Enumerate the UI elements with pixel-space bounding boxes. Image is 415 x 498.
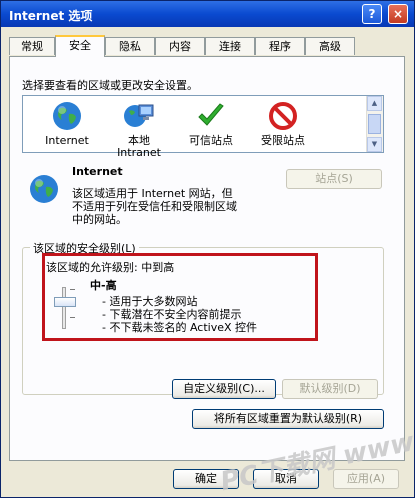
tab-privacy[interactable]: 隐私 bbox=[105, 37, 155, 55]
tab-advanced[interactable]: 高级 bbox=[305, 37, 355, 55]
help-button[interactable]: ? bbox=[362, 4, 382, 24]
zone-restricted-sites[interactable]: 受限站点 bbox=[247, 100, 319, 147]
scroll-up-icon[interactable]: ▲ bbox=[367, 96, 382, 111]
zone-prompt: 选择要查看的区域或更改安全设置。 bbox=[22, 79, 198, 92]
zone-local-intranet-label: 本地 Intranet bbox=[117, 134, 161, 159]
intranet-icon bbox=[124, 104, 154, 127]
tab-connections[interactable]: 连接 bbox=[205, 37, 255, 55]
close-button[interactable]: × bbox=[388, 4, 408, 24]
zone-internet-label: Internet bbox=[45, 134, 89, 147]
zone-list: Internet 本地 Intranet 可信站点 受限站点 ▲ ▼ bbox=[22, 95, 384, 159]
internet-options-window: Internet 选项 ? × 常规 安全 隐私 内容 连接 程序 高级 选择要… bbox=[0, 0, 415, 498]
highlight-annotation-box bbox=[42, 253, 318, 341]
security-panel: 选择要查看的区域或更改安全设置。 Internet 本地 Intranet 可信… bbox=[9, 56, 405, 461]
zone-internet[interactable]: Internet bbox=[31, 100, 103, 147]
tab-content[interactable]: 内容 bbox=[155, 37, 205, 55]
globe-icon bbox=[53, 102, 81, 130]
zone-trusted-sites-label: 可信站点 bbox=[189, 134, 233, 147]
scroll-thumb[interactable] bbox=[368, 114, 381, 134]
selected-zone-name: Internet bbox=[72, 165, 123, 178]
zone-list-scrollbar[interactable]: ▲ ▼ bbox=[366, 96, 383, 152]
reset-all-zones-button[interactable]: 将所有区域重置为默认级别(R) bbox=[192, 409, 384, 429]
default-level-button[interactable]: 默认级别(D) bbox=[282, 379, 378, 399]
sites-button[interactable]: 站点(S) bbox=[286, 169, 382, 189]
selected-zone-desc-3: 中的网站。 bbox=[72, 213, 127, 226]
zone-restricted-sites-label: 受限站点 bbox=[261, 134, 305, 147]
custom-level-button[interactable]: 自定义级别(C)... bbox=[172, 379, 276, 399]
scroll-down-icon[interactable]: ▼ bbox=[367, 137, 382, 152]
tab-security[interactable]: 安全 bbox=[55, 35, 105, 57]
prohibited-icon bbox=[269, 102, 297, 130]
tab-general[interactable]: 常规 bbox=[9, 37, 55, 55]
tab-programs[interactable]: 程序 bbox=[255, 37, 305, 55]
zone-local-intranet[interactable]: 本地 Intranet bbox=[103, 100, 175, 159]
selected-zone-globe-icon bbox=[30, 175, 58, 203]
window-title: Internet 选项 bbox=[9, 9, 93, 23]
checkmark-icon bbox=[198, 103, 224, 126]
title-bar[interactable]: Internet 选项 ? × bbox=[1, 1, 414, 27]
zone-trusted-sites[interactable]: 可信站点 bbox=[175, 100, 247, 147]
